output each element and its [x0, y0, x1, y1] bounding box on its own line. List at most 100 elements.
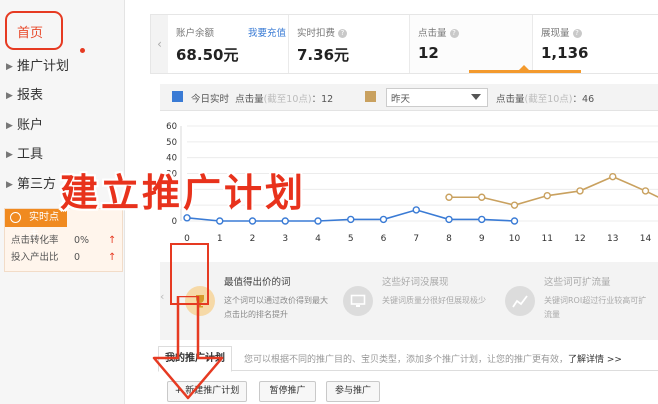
series-line	[449, 175, 658, 206]
sidebar-item-account[interactable]: ▶ 账户	[0, 114, 124, 138]
sidebar-item-label: 工具	[17, 147, 44, 162]
x-tick-label: 11	[542, 234, 553, 244]
tip-desc: 这个词可以通过改价得到最大点击比的排名提升	[224, 296, 328, 319]
tip-desc: 关键词ROI超过行业较高可扩流量	[544, 296, 647, 319]
x-tick-label: 9	[479, 234, 485, 244]
stat-value: 7.36元	[297, 46, 350, 64]
data-point	[478, 193, 486, 201]
learn-more-link[interactable]: 了解详情 >>	[568, 355, 622, 365]
stat-spend[interactable]: 实时扣费? 7.36元	[289, 15, 410, 73]
stat-label: 展现量	[541, 28, 570, 39]
stat-clicks[interactable]: 点击量? 12	[410, 15, 533, 73]
x-tick-label: 7	[413, 234, 419, 244]
caret-right-icon: ▶	[6, 121, 13, 131]
chevron-down-icon	[471, 94, 481, 100]
data-point	[576, 187, 584, 195]
tip-title: 这些好词没展现	[382, 277, 449, 288]
suggestion-panel: ‹ 最值得出价的词 这个词可以通过改价得到最大点击比的排名提升 这些好词没展现 …	[160, 262, 658, 340]
clock-icon	[10, 212, 21, 223]
stat-value: 1,136	[541, 44, 589, 62]
x-tick-label: 8	[446, 234, 452, 244]
compare-date-select[interactable]: 昨天	[386, 88, 488, 107]
sidebar-item-reports[interactable]: ▶ 报表	[0, 84, 124, 108]
data-point	[314, 217, 322, 225]
realtime-panel: 实时点击 点击转化率 0% ↑ 投入产出比 0 ↑	[4, 208, 123, 272]
chevron-left-icon[interactable]: ‹	[151, 15, 168, 73]
data-point	[510, 201, 519, 209]
tip-desc: 关键词质量分很好但展现极少	[382, 296, 486, 305]
tip-title: 这些词可扩流量	[544, 277, 611, 288]
x-tick-label: 3	[282, 234, 288, 244]
caret-right-icon: ▶	[6, 91, 13, 101]
chart-legend: 今日实时 点击量(截至10点)：12 昨天 点击量(截至10点)：46	[160, 84, 658, 111]
data-point	[478, 215, 486, 224]
x-tick-label: 10	[509, 234, 521, 244]
stat-label: 点击量	[418, 28, 447, 39]
sidebar-item-plans[interactable]: ▶ 推广计划	[0, 55, 124, 79]
x-tick-label: 13	[607, 234, 618, 244]
recharge-link[interactable]: 我要充值	[248, 25, 286, 39]
x-tick-label: 14	[640, 234, 652, 244]
monitor-icon	[350, 294, 366, 307]
x-tick-label: 12	[574, 234, 585, 244]
plan-tab-bar: 我的推广计划 您可以根据不同的推广目的、宝贝类型，添加多个推广计划，让您的推广更…	[158, 346, 658, 372]
legend-swatch-today	[172, 91, 183, 102]
arrow-up-icon: ↑	[108, 235, 117, 246]
tip-title: 最值得出价的词	[224, 277, 291, 288]
tip-expand-traffic[interactable]: 这些词可扩流量 关键词ROI超过行业较高可扩流量	[492, 270, 652, 334]
help-icon: ?	[338, 29, 348, 38]
stat-label: 实时扣费	[297, 28, 336, 39]
realtime-title: 实时点击	[5, 209, 67, 241]
realtime-row-value: 0%	[74, 235, 90, 246]
x-tick-label: 2	[250, 234, 256, 244]
realtime-row-label: 点击转化率	[11, 235, 59, 246]
data-point	[641, 187, 650, 195]
x-tick-label: 4	[315, 234, 321, 244]
sidebar-item-label: 第三方	[17, 177, 57, 192]
help-icon: ?	[449, 29, 459, 38]
sidebar-item-label: 账户	[17, 118, 44, 133]
legend-swatch-yesterday	[365, 91, 376, 102]
sidebar-item-home[interactable]: 首页	[17, 25, 43, 43]
data-point	[216, 217, 224, 225]
stat-impressions[interactable]: 展现量? 1,136	[533, 15, 658, 73]
data-point	[543, 191, 551, 200]
data-point	[445, 215, 453, 224]
stat-value: 12	[418, 44, 439, 62]
x-tick-label: 6	[381, 234, 387, 244]
realtime-row: 投入产出比 0 ↑	[11, 251, 116, 265]
stat-value: 68.50元	[176, 46, 239, 64]
realtime-row-value: 0	[74, 252, 81, 263]
annotation-dot	[80, 48, 85, 53]
stats-bar: ‹ 账户余额 68.50元 我要充值 实时扣费? 7.36元 点击量? 12 展…	[150, 14, 658, 74]
realtime-row-label: 投入产出比	[11, 252, 59, 263]
realtime-row: 点击转化率 0% ↑	[11, 234, 116, 248]
caret-right-icon: ▶	[6, 62, 13, 72]
data-point	[281, 217, 289, 225]
sidebar-item-label: 推广计划	[17, 59, 70, 74]
arrow-up-icon: ↑	[108, 252, 117, 263]
annotation-arrow-icon	[152, 296, 224, 400]
pause-button[interactable]: 暂停推广	[259, 381, 316, 402]
data-point	[347, 215, 355, 224]
data-point	[609, 172, 617, 181]
caret-right-icon: ▶	[6, 180, 13, 190]
legend-today: 今日实时 点击量(截至10点)：12	[191, 94, 334, 105]
join-promotion-button[interactable]: 参与推广	[326, 381, 380, 402]
data-point	[510, 217, 519, 225]
data-point	[445, 193, 453, 201]
annotation-title: 建立推广计划	[60, 171, 307, 215]
stat-balance: 账户余额 68.50元	[168, 15, 289, 73]
sidebar-item-label: 报表	[17, 88, 44, 103]
data-point	[379, 215, 388, 224]
x-tick-label: 5	[348, 234, 354, 244]
y-tick-label: 50	[166, 138, 177, 148]
y-tick-label: 0	[172, 217, 177, 227]
data-point	[248, 217, 257, 225]
caret-right-icon: ▶	[6, 150, 13, 160]
data-point	[412, 206, 420, 214]
x-tick-label: 1	[217, 234, 223, 244]
tip-no-impressions[interactable]: 这些好词没展现 关键词质量分很好但展现极少	[330, 270, 490, 334]
stat-label: 账户余额	[176, 28, 215, 39]
active-stat-indicator	[469, 65, 581, 73]
